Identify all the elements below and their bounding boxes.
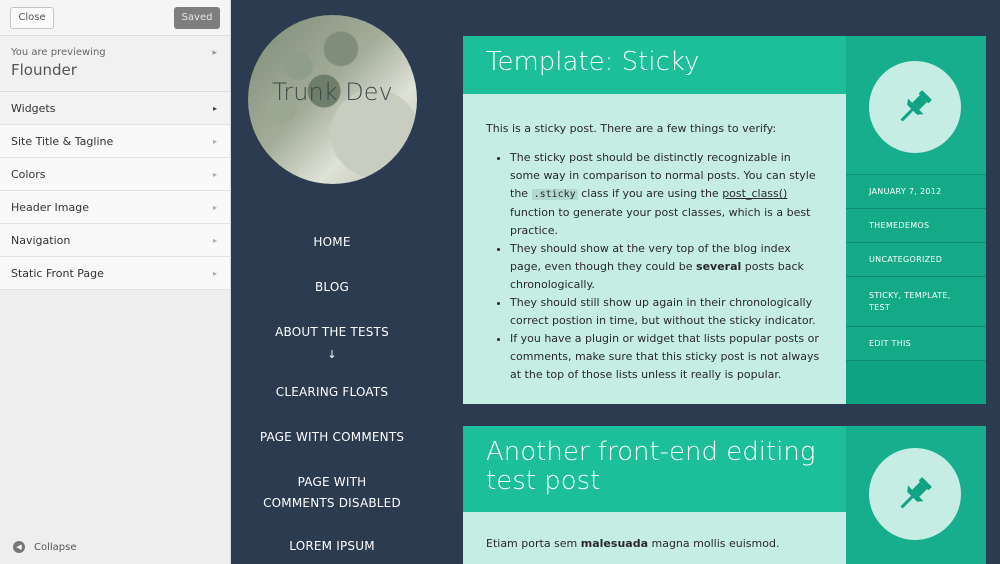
post-category-link[interactable]: UNCATEGORIZED [846, 243, 986, 277]
chevron-right-icon: ▸ [212, 269, 217, 278]
section-widgets[interactable]: Widgets ▸ [0, 92, 230, 125]
section-colors[interactable]: Colors ▸ [0, 158, 230, 191]
section-label: Header Image [11, 201, 89, 214]
section-header-image[interactable]: Header Image ▸ [0, 191, 230, 224]
section-label: Navigation [11, 234, 71, 247]
collapse-arrow-icon: ◀ [13, 541, 25, 553]
post-meta-sidebar [846, 426, 986, 564]
post-title[interactable]: Template: Sticky [463, 36, 846, 94]
sticky-indicator [846, 36, 986, 175]
pushpin-icon [900, 477, 932, 509]
collapse-label: Collapse [34, 541, 77, 553]
list-item: They should show at the very top of the … [510, 240, 823, 294]
chevron-right-icon: ▸ [212, 236, 217, 245]
post-bullet-list: The sticky post should be distinctly rec… [486, 149, 823, 384]
post-excerpt: Etiam porta sem malesuada magna mollis e… [486, 537, 780, 550]
previewing-label: You are previewing [11, 47, 106, 58]
chevron-right-icon: ▸ [212, 137, 217, 146]
customizer-header: Close Saved [0, 0, 230, 36]
post-title[interactable]: Another front-end editing test post [463, 426, 846, 512]
main-navigation: HOME BLOG ABOUT THE TESTS ↓ CLEARING FLO… [231, 232, 433, 557]
theme-name: Flounder [11, 61, 77, 79]
section-navigation[interactable]: Navigation ▸ [0, 224, 230, 257]
post-tags-link[interactable]: STICKY, TEMPLATE, TEST [846, 277, 986, 327]
edit-post-link[interactable]: EDIT THIS [846, 327, 986, 361]
close-button[interactable]: Close [10, 7, 54, 29]
collapse-button[interactable]: ◀ Collapse [13, 541, 77, 553]
pin-badge [869, 61, 961, 153]
list-item: They should still show up again in their… [510, 294, 823, 330]
section-label: Widgets [11, 102, 56, 115]
nav-item-blog[interactable]: BLOG [231, 277, 433, 322]
list-item: If you have a plugin or widget that list… [510, 330, 823, 384]
saved-button[interactable]: Saved [174, 7, 220, 29]
section-label: Colors [11, 168, 46, 181]
chevron-right-icon: ▸ [212, 170, 217, 179]
post-body: This is a sticky post. There are a few t… [463, 94, 846, 384]
nav-item-about-the-tests[interactable]: ABOUT THE TESTS [231, 322, 433, 348]
sticky-indicator [846, 426, 986, 564]
post-content-area: Template: Sticky This is a sticky post. … [463, 36, 846, 404]
nav-item-clearing-floats[interactable]: CLEARING FLOATS [231, 382, 433, 427]
section-label: Site Title & Tagline [11, 135, 114, 148]
post-date-link[interactable]: JANUARY 7, 2012 [846, 175, 986, 209]
nav-item-page-with-comments[interactable]: PAGE WITH COMMENTS [231, 427, 433, 472]
section-static-front-page[interactable]: Static Front Page ▸ [0, 257, 230, 290]
section-site-title-tagline[interactable]: Site Title & Tagline ▸ [0, 125, 230, 158]
customizer-panel: Close Saved You are previewing Flounder … [0, 0, 231, 564]
post-body: Etiam porta sem malesuada magna mollis e… [463, 512, 846, 553]
theme-info[interactable]: You are previewing Flounder ▸ [0, 36, 230, 92]
post-content-area: Another front-end editing test post Etia… [463, 426, 846, 564]
list-item: The sticky post should be distinctly rec… [510, 149, 823, 240]
nav-item-lorem-ipsum[interactable]: LOREM IPSUM [231, 536, 433, 557]
chevron-right-icon: ▸ [212, 203, 217, 212]
post: Another front-end editing test post Etia… [463, 426, 986, 564]
nav-item-page-with-comments-disabled[interactable]: PAGE WITH COMMENTS DISABLED [231, 472, 433, 536]
nav-item-home[interactable]: HOME [231, 232, 433, 277]
chevron-right-icon: ▸ [212, 48, 217, 58]
pin-badge [869, 448, 961, 540]
sticky-post: Template: Sticky This is a sticky post. … [463, 36, 986, 404]
section-label: Static Front Page [11, 267, 104, 280]
post-intro: This is a sticky post. There are a few t… [486, 122, 777, 135]
chevron-right-icon: ▸ [212, 104, 217, 113]
arrow-down-icon: ↓ [327, 348, 337, 361]
post-meta-sidebar: JANUARY 7, 2012 THEMEDEMOS UNCATEGORIZED… [846, 36, 986, 404]
site-title: Trunk Dev [272, 78, 393, 106]
post-class-link[interactable]: post_class() [722, 187, 787, 200]
pushpin-icon [900, 90, 932, 122]
site-preview: Trunk Dev HOME BLOG ABOUT THE TESTS ↓ CL… [231, 0, 1000, 564]
sticky-class-code: .sticky [531, 189, 578, 200]
post-author-link[interactable]: THEMEDEMOS [846, 209, 986, 243]
site-logo[interactable]: Trunk Dev [248, 15, 417, 184]
